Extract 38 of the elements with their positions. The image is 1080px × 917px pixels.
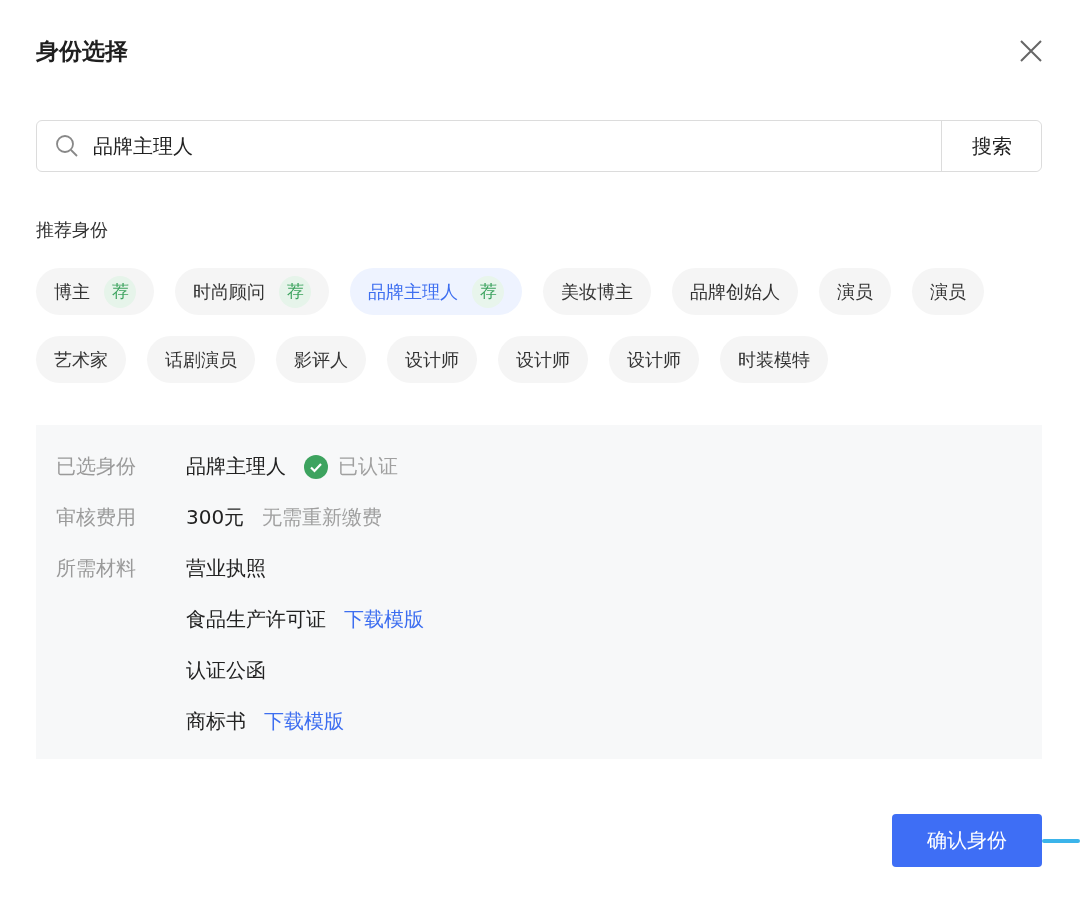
identity-tag[interactable]: 设计师 bbox=[498, 336, 588, 383]
verified-status: 已认证 bbox=[338, 453, 398, 480]
fee-note: 无需重新缴费 bbox=[262, 504, 383, 531]
identity-tag[interactable]: 设计师 bbox=[609, 336, 699, 383]
material-name: 认证公函 bbox=[186, 657, 266, 684]
identity-tag[interactable]: 话剧演员 bbox=[147, 336, 255, 383]
material-name: 营业执照 bbox=[186, 555, 266, 582]
material-name: 商标书 bbox=[186, 708, 246, 735]
identity-tag[interactable]: 时装模特 bbox=[720, 336, 828, 383]
search-button[interactable]: 搜索 bbox=[941, 121, 1041, 171]
dialog-title: 身份选择 bbox=[36, 36, 128, 66]
identity-tag[interactable]: 艺术家 bbox=[36, 336, 126, 383]
field-label: 所需材料 bbox=[56, 555, 137, 582]
identity-tag[interactable]: 博主 荐 bbox=[36, 268, 154, 315]
leader-line bbox=[1042, 839, 1080, 843]
recommended-badge: 荐 bbox=[279, 275, 311, 308]
identity-tag[interactable]: 时尚顾问 荐 bbox=[175, 268, 329, 315]
identity-tag[interactable]: 品牌主理人 荐 bbox=[350, 268, 522, 315]
close-icon[interactable] bbox=[1020, 40, 1042, 62]
fee-value: 300元 bbox=[186, 504, 245, 531]
download-template-link[interactable]: 下载模版 bbox=[344, 606, 424, 633]
identity-tag[interactable]: 设计师 bbox=[387, 336, 477, 383]
recommended-badge: 荐 bbox=[104, 275, 136, 308]
confirm-button[interactable]: 确认身份 bbox=[892, 814, 1042, 867]
selected-identity: 品牌主理人 bbox=[186, 453, 286, 480]
download-template-link[interactable]: 下载模版 bbox=[264, 708, 344, 735]
identity-tag[interactable]: 美妆博主 bbox=[543, 268, 651, 315]
section-label: 推荐身份 bbox=[36, 218, 109, 242]
recommended-badge: 荐 bbox=[472, 275, 504, 308]
identity-tag[interactable]: 演员 bbox=[912, 268, 984, 315]
material-name: 食品生产许可证 bbox=[186, 606, 326, 633]
identity-tag[interactable]: 品牌创始人 bbox=[672, 268, 798, 315]
identity-tag[interactable]: 演员 bbox=[819, 268, 891, 315]
field-label: 已选身份 bbox=[56, 453, 137, 480]
field-label: 审核费用 bbox=[56, 504, 137, 531]
search-field[interactable]: 品牌主理人 搜索 bbox=[36, 120, 1042, 172]
identity-tag[interactable]: 影评人 bbox=[276, 336, 366, 383]
search-icon bbox=[55, 134, 79, 158]
